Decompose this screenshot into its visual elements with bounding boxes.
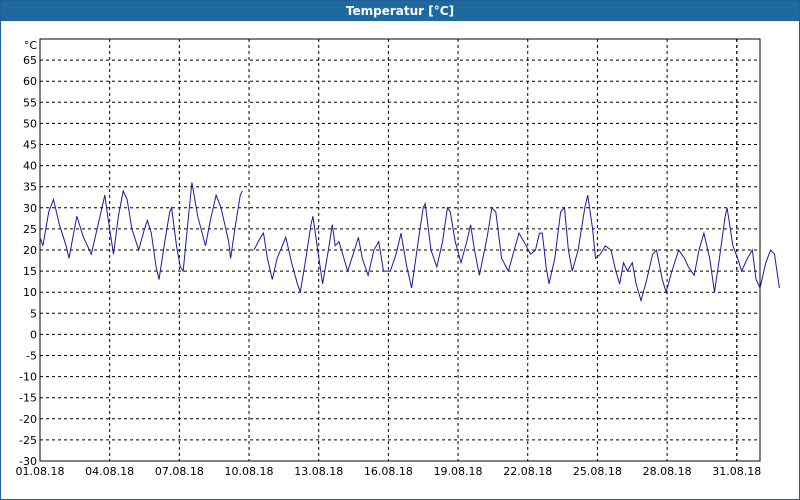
temperature-series-line [253,194,780,303]
y-tick-label: 0 [30,328,37,341]
x-tick-label: 19.08.18 [434,465,483,478]
y-tick-label: 20 [23,244,37,257]
y-tick-label: -25 [19,434,37,447]
y-tick-label: 45 [23,139,37,152]
x-tick-label: 01.08.18 [16,465,65,478]
y-tick-label: -5 [26,350,37,363]
series-layer [39,182,780,303]
x-tick-labels: 01.08.18 04.08.18 07.08.18 10.08.18 13.08.18… [16,465,762,478]
x-tick-label: 16.08.18 [364,465,413,478]
y-tick-label: 60 [23,75,37,88]
x-tick-label: 07.08.18 [155,465,204,478]
x-tick-label: 10.08.18 [225,465,274,478]
y-tick-label: -15 [19,392,37,405]
y-tick-label: 55 [23,96,37,109]
y-tick-label: 25 [23,223,37,236]
x-tick-label: 13.08.18 [294,465,343,478]
y-tick-label: 30 [23,202,37,215]
y-tick-label: 40 [23,160,37,173]
y-tick-label: 50 [23,117,37,130]
x-tick-label: 28.08.18 [643,465,692,478]
x-tick-label: 04.08.18 [85,465,134,478]
y-tick-label: 5 [30,307,37,320]
y-tick-label: 35 [23,181,37,194]
temperature-series-line [39,182,243,280]
y-tick-label: -10 [19,371,37,384]
x-tick-label: 22.08.18 [503,465,552,478]
x-tick-label: 25.08.18 [573,465,622,478]
temperature-chart: 65605550454035302520151050-5-10-15-20-25… [16,38,780,478]
y-tick-label: 65 [23,54,37,67]
y-tick-label: 15 [23,265,37,278]
x-tick-label: 31.08.18 [712,465,761,478]
y-tick-labels: 65605550454035302520151050-5-10-15-20-25… [19,54,37,468]
y-tick-label: 10 [23,286,37,299]
y-tick-label: -20 [19,413,37,426]
y-axis-unit: °C [24,39,38,52]
grid-lines [40,39,760,461]
